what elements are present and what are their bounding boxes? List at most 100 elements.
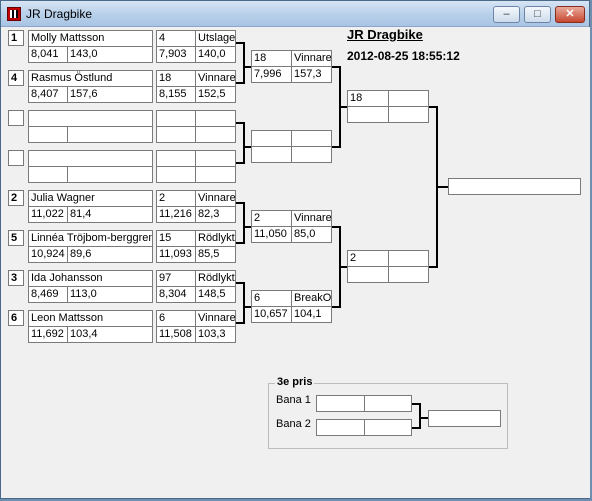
seed-box[interactable]: 4 [8,70,24,86]
r3-rt-field[interactable] [347,266,389,283]
seed-box[interactable]: 3 [8,270,24,286]
r2-rt-field[interactable]: 10,657 [251,306,292,323]
r3-speed-field[interactable] [388,266,429,283]
racer-name-field[interactable]: Ida Johansson [28,270,153,287]
speed-field[interactable]: 81,4 [67,206,153,223]
reaction-time-field[interactable]: 8,041 [28,46,68,63]
speed-field[interactable]: 103,4 [67,326,153,343]
bracket-line [243,306,251,308]
opponent-number-field[interactable]: 2 [156,190,196,207]
racer-name-field[interactable]: Rasmus Östlund [28,70,153,87]
seed-box[interactable]: 1 [8,30,24,46]
r2-result-field[interactable] [291,130,332,147]
opponent-rt-field[interactable]: 8,304 [156,286,196,303]
r2-rt-field[interactable] [251,146,292,163]
reaction-time-field[interactable]: 11,692 [28,326,68,343]
r3-speed-field[interactable] [388,106,429,123]
r3-number-field[interactable]: 18 [347,90,389,107]
minimize-button[interactable]: – [493,6,520,23]
opponent-number-field[interactable]: 6 [156,310,196,327]
opponent-speed-field[interactable] [195,166,236,183]
reaction-time-field[interactable]: 11,022 [28,206,68,223]
r2-number-field[interactable] [251,130,292,147]
racer-name-field[interactable] [28,150,153,167]
lane2-number-field[interactable] [316,419,365,436]
opponent-rt-field[interactable]: 11,216 [156,206,196,223]
r3-rt-field[interactable] [347,106,389,123]
racer-name-field[interactable]: Julia Wagner [28,190,153,207]
r3-result-field[interactable] [388,90,429,107]
maximize-button[interactable]: □ [524,6,551,23]
opponent-result-field[interactable]: Rödlyktan [195,230,236,247]
r2-result-field[interactable]: Vinnare [291,50,332,67]
opponent-result-field[interactable]: Utslagen [195,30,236,47]
r2-rt-field[interactable]: 11,050 [251,226,292,243]
reaction-time-field[interactable] [28,126,68,143]
opponent-rt-field[interactable]: 8,155 [156,86,196,103]
opponent-result-field[interactable]: Vinnare [195,310,236,327]
opponent-result-field[interactable] [195,150,236,167]
opponent-result-field[interactable] [195,110,236,127]
opponent-result-field[interactable]: Vinnare [195,70,236,87]
third-place-winner-field[interactable] [428,410,501,427]
close-button[interactable]: ✕ [555,6,585,23]
speed-field[interactable]: 113,0 [67,286,153,303]
speed-field[interactable]: 143,0 [67,46,153,63]
r2-result-field[interactable]: BreakOut [291,290,332,307]
r2-speed-field[interactable]: 85,0 [291,226,332,243]
seed-box[interactable] [8,110,24,126]
racer-name-field[interactable]: Leon Mattsson [28,310,153,327]
opponent-result-field[interactable]: Vinnare [195,190,236,207]
seed-box[interactable]: 2 [8,190,24,206]
r3-result-field[interactable] [388,250,429,267]
opponent-number-field[interactable] [156,150,196,167]
r2-speed-field[interactable] [291,146,332,163]
r2-speed-field[interactable]: 104,1 [291,306,332,323]
opponent-number-field[interactable]: 4 [156,30,196,47]
seed-box[interactable]: 6 [8,310,24,326]
r3-number-field[interactable]: 2 [347,250,389,267]
reaction-time-field[interactable]: 8,407 [28,86,68,103]
lane1-result-field[interactable] [364,395,412,412]
reaction-time-field[interactable]: 8,469 [28,286,68,303]
speed-field[interactable] [67,166,153,183]
title-bar[interactable]: JR Dragbike – □ ✕ [1,1,589,27]
speed-field[interactable] [67,126,153,143]
speed-field[interactable]: 89,6 [67,246,153,263]
opponent-speed-field[interactable]: 85,5 [195,246,236,263]
opponent-rt-field[interactable]: 7,903 [156,46,196,63]
reaction-time-field[interactable] [28,166,68,183]
r2-number-field[interactable]: 18 [251,50,292,67]
r2-speed-field[interactable]: 157,3 [291,66,332,83]
opponent-speed-field[interactable]: 152,5 [195,86,236,103]
opponent-number-field[interactable]: 15 [156,230,196,247]
racer-name-field[interactable]: Molly Mattsson [28,30,153,47]
r2-result-field[interactable]: Vinnare [291,210,332,227]
opponent-speed-field[interactable]: 103,3 [195,326,236,343]
opponent-rt-field[interactable]: 11,508 [156,326,196,343]
r2-number-field[interactable]: 6 [251,290,292,307]
racer-name-field[interactable]: Linnéa Tröjbom-berggren [28,230,153,247]
bracket-line [243,202,245,244]
opponent-rt-field[interactable] [156,126,196,143]
lane1-number-field[interactable] [316,395,365,412]
opponent-number-field[interactable] [156,110,196,127]
opponent-number-field[interactable]: 18 [156,70,196,87]
opponent-rt-field[interactable] [156,166,196,183]
opponent-speed-field[interactable] [195,126,236,143]
opponent-speed-field[interactable]: 82,3 [195,206,236,223]
reaction-time-field[interactable]: 10,924 [28,246,68,263]
lane2-result-field[interactable] [364,419,412,436]
speed-field[interactable]: 157,6 [67,86,153,103]
seed-box[interactable]: 5 [8,230,24,246]
r2-number-field[interactable]: 2 [251,210,292,227]
opponent-result-field[interactable]: Rödlyktan [195,270,236,287]
opponent-number-field[interactable]: 97 [156,270,196,287]
r2-rt-field[interactable]: 7,996 [251,66,292,83]
opponent-rt-field[interactable]: 11,093 [156,246,196,263]
racer-name-field[interactable] [28,110,153,127]
opponent-speed-field[interactable]: 148,5 [195,286,236,303]
final-winner-field[interactable] [448,178,581,195]
seed-box[interactable] [8,150,24,166]
opponent-speed-field[interactable]: 140,0 [195,46,236,63]
